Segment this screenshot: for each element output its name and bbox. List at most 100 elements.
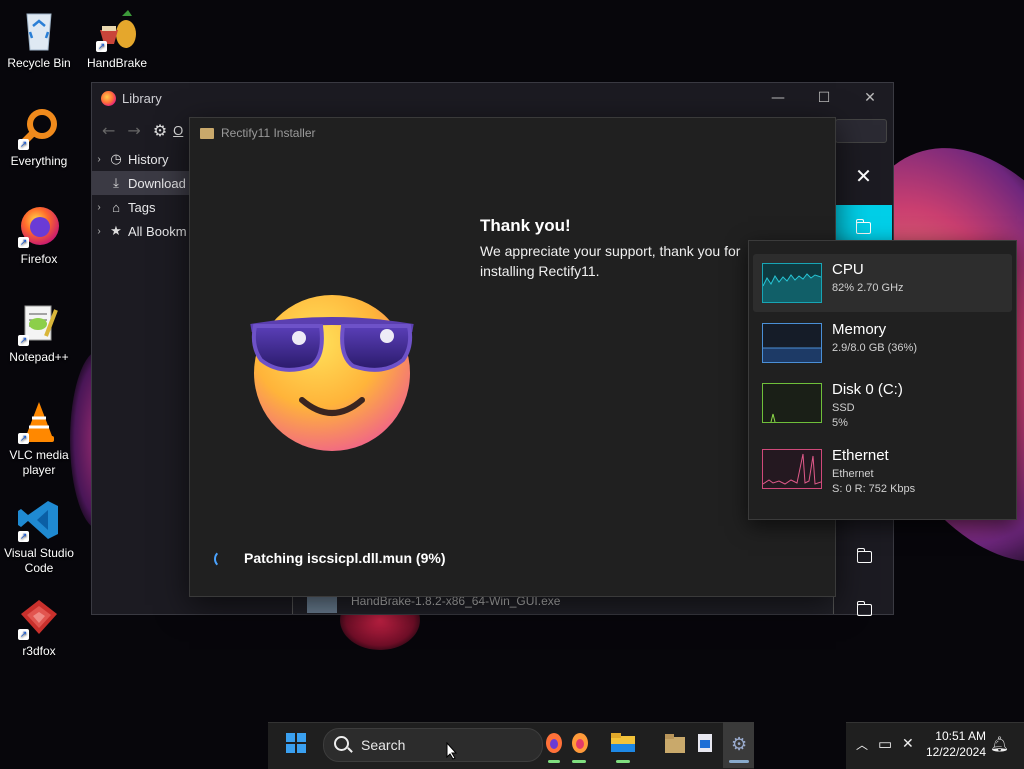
taskbar-r3dfox-icon[interactable] — [570, 730, 596, 756]
tree-item-tags[interactable]: › ⌂ Tags — [92, 195, 190, 219]
running-indicator — [548, 760, 560, 763]
perf-title: Disk 0 (C:) — [832, 381, 903, 398]
gear-icon[interactable]: ⚙ — [153, 121, 167, 140]
running-indicator — [572, 760, 586, 763]
chevron-up-icon[interactable]: ︿ — [856, 736, 868, 753]
shortcut-arrow-icon: ↗ — [18, 237, 29, 248]
shortcut-arrow-icon: ↗ — [18, 139, 29, 150]
perf-detail: SSD — [832, 402, 855, 414]
clock[interactable]: 10:51 AM 12/22/2024 — [922, 728, 986, 760]
close-icon[interactable]: ✕ — [835, 149, 892, 203]
tree-item-all-bookmarks[interactable]: › ★ All Bookm — [92, 219, 190, 243]
perf-item-ethernet[interactable]: Ethernet Ethernet S: 0 R: 752 Kbps — [753, 440, 1012, 498]
desktop-icon-everything[interactable]: ↗ Everything — [0, 106, 80, 169]
open-folder-button[interactable] — [856, 601, 872, 620]
shortcut-arrow-icon: ↗ — [18, 335, 29, 346]
disk-graph — [762, 383, 822, 423]
maximize-button[interactable]: ☐ — [801, 83, 847, 113]
forward-icon[interactable]: → — [127, 121, 140, 140]
desktop-icon-notepadpp[interactable]: ↗ Notepad++ — [0, 302, 80, 365]
desktop-icon-label: r3dfox — [22, 644, 56, 658]
perf-detail: 2.9/8.0 GB (36%) — [832, 342, 917, 354]
network-icon[interactable]: ▭ — [878, 735, 892, 753]
close-button[interactable]: ✕ — [847, 83, 893, 113]
cpu-graph — [762, 263, 822, 303]
desktop-icon-vlc[interactable]: ↗ VLC media player — [0, 400, 80, 478]
taskbar-search-input[interactable]: Search — [323, 728, 543, 762]
progress-spinner-icon — [214, 550, 232, 568]
library-tree: › ◷ History ⤓ Download › ⌂ Tags › ★ All … — [92, 147, 190, 243]
desktop-icon-label: Firefox — [20, 252, 58, 266]
notepadpp-icon: ↗ — [16, 302, 62, 346]
shortcut-arrow-icon: ↗ — [18, 433, 29, 444]
thank-you-message: We appreciate your support, thank you fo… — [480, 243, 741, 279]
notification-bell-icon[interactable]: 🔔︎ — [990, 735, 1009, 753]
clock-time: 10:51 AM — [935, 729, 986, 743]
performance-flyout[interactable]: CPU 82% 2.70 GHz Memory 2.9/8.0 GB (36%)… — [748, 240, 1017, 520]
tree-item-label: Tags — [128, 199, 156, 215]
desktop-icon-label: Visual Studio Code — [4, 546, 74, 575]
desktop-icon-label: Everything — [10, 154, 68, 168]
desktop-icon-label: Notepad++ — [9, 350, 69, 364]
chevron-right-icon[interactable]: › — [92, 202, 106, 213]
volume-muted-icon[interactable]: ✕ — [902, 735, 914, 752]
minimize-button[interactable]: — — [755, 83, 801, 113]
chevron-right-icon[interactable]: › — [92, 226, 106, 237]
desktop-icon-r3dfox[interactable]: ↗ r3dfox — [0, 596, 80, 659]
installer-window[interactable]: Rectify11 Installer Thank you! We apprec… — [189, 117, 836, 597]
running-indicator — [729, 760, 749, 763]
library-search-input[interactable] — [835, 119, 887, 143]
taskbar-file-explorer-icon[interactable] — [610, 730, 636, 756]
folder-icon — [856, 548, 872, 563]
windows-logo-icon — [286, 733, 306, 753]
tag-icon: ⌂ — [112, 199, 120, 215]
perf-title: Ethernet — [832, 447, 889, 464]
perf-title: CPU — [832, 261, 864, 278]
desktop-icon-handbrake[interactable]: ↗ HandBrake — [76, 8, 158, 71]
tree-item-history[interactable]: › ◷ History — [92, 147, 190, 171]
taskbar-firefox-icon[interactable] — [544, 730, 570, 756]
desktop-icon-firefox[interactable]: ↗ Firefox — [0, 204, 80, 267]
folder-icon — [200, 127, 214, 139]
desktop-icon-vscode[interactable]: ↗ Visual Studio Code — [0, 498, 80, 576]
installer-title: Rectify11 Installer — [221, 126, 316, 140]
desktop-icon-recycle-bin[interactable]: Recycle Bin — [0, 8, 80, 71]
organize-menu[interactable]: O — [173, 123, 183, 138]
open-folder-button[interactable] — [835, 205, 892, 245]
r3dfox-icon: ↗ — [16, 596, 62, 640]
firefox-logo-icon — [101, 90, 116, 106]
recycle-bin-icon — [16, 8, 62, 52]
tree-item-downloads[interactable]: ⤓ Download — [92, 171, 190, 195]
back-icon[interactable]: ← — [102, 121, 115, 140]
sunglasses-emoji-icon — [247, 288, 417, 458]
tree-item-label: Download — [128, 175, 186, 191]
install-status: Patching iscsicpl.dll.mun (9%) — [244, 550, 446, 566]
shortcut-arrow-icon: ↗ — [18, 629, 29, 640]
perf-detail: 82% 2.70 GHz — [832, 282, 904, 294]
chevron-right-icon[interactable]: › — [92, 154, 106, 165]
folder-icon — [855, 219, 871, 234]
handbrake-icon: ↗ — [94, 8, 140, 52]
shortcut-arrow-icon: ↗ — [96, 41, 107, 52]
firefox-icon: ↗ — [16, 204, 62, 248]
start-button[interactable] — [286, 733, 306, 757]
everything-icon: ↗ — [16, 106, 62, 150]
perf-item-disk[interactable]: Disk 0 (C:) SSD 5% — [753, 374, 1012, 432]
perf-item-memory[interactable]: Memory 2.9/8.0 GB (36%) — [753, 314, 1012, 372]
running-indicator — [616, 760, 630, 763]
star-icon: ★ — [110, 223, 122, 238]
ethernet-graph — [762, 449, 822, 489]
vlc-icon: ↗ — [16, 400, 62, 444]
search-placeholder: Search — [361, 737, 406, 753]
task-manager-icon: ⚙ — [731, 734, 748, 755]
taskbar-installer-icon[interactable] — [662, 730, 688, 756]
taskbar-app-icon[interactable] — [696, 730, 722, 756]
download-icon: ⤓ — [113, 175, 119, 190]
desktop-icon-label: HandBrake — [86, 56, 148, 70]
open-folder-button[interactable] — [856, 548, 872, 567]
perf-item-cpu[interactable]: CPU 82% 2.70 GHz — [753, 254, 1012, 312]
tree-item-label: History — [128, 151, 169, 167]
search-icon — [334, 736, 349, 751]
installer-titlebar[interactable]: Rectify11 Installer — [190, 118, 835, 148]
shortcut-arrow-icon: ↗ — [18, 531, 29, 542]
